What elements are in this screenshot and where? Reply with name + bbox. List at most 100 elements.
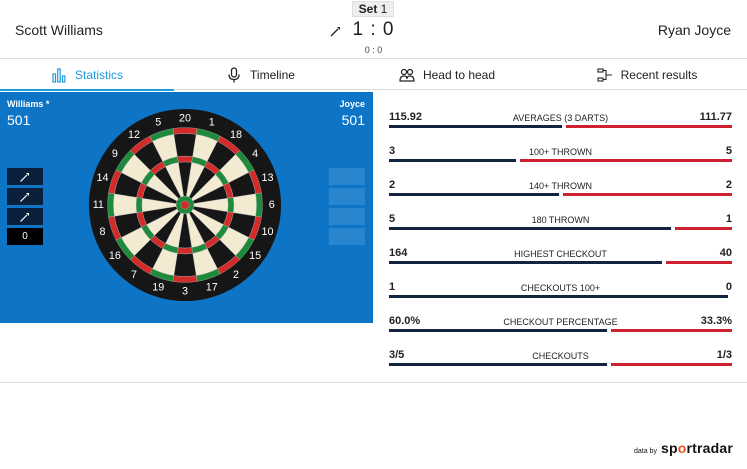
match-header: Scott Williams Set 1 1 : 0 0 : 0 Ryan Jo…: [0, 0, 747, 58]
board-number: 6: [269, 199, 275, 211]
away-dart-slot: [329, 208, 365, 225]
board-segment: [107, 192, 115, 218]
stat-away-value: 1/3: [716, 349, 732, 361]
board-number: 7: [131, 269, 137, 281]
stat-home-bar: [389, 159, 516, 162]
board-away-remaining: 501: [341, 112, 365, 128]
stat-home-bar: [389, 295, 728, 298]
stat-away-value: 2: [725, 179, 732, 191]
away-player-name: Ryan Joyce: [657, 22, 731, 38]
board-segment: [233, 193, 257, 217]
stat-label: 100+ THROWN: [528, 147, 593, 157]
board-number: 18: [230, 129, 242, 141]
stat-label: CHECKOUTS: [532, 351, 589, 361]
stat-home-bar: [389, 227, 671, 230]
tab-bar: Statistics Timeline Head to head Recent …: [0, 58, 747, 91]
stat-away-value: 0: [725, 281, 732, 293]
stat-away-value: 111.77: [699, 111, 732, 123]
board-segment: [113, 193, 137, 217]
board-segment: [172, 127, 198, 135]
board-number: 14: [97, 172, 109, 184]
tab-label: Head to head: [422, 67, 496, 82]
stat-row: 1 CHECKOUTS 100+ 0: [389, 278, 732, 312]
data-provider-credit[interactable]: data by sportradar: [634, 440, 733, 456]
board-number: 17: [206, 281, 218, 293]
board-number: 4: [252, 148, 258, 160]
people-icon: [399, 68, 415, 82]
stat-home-bar: [389, 193, 559, 196]
stat-away-bar: [675, 227, 732, 230]
board-segment: [173, 253, 197, 277]
home-dart-slot: [7, 208, 43, 225]
dartboard-panel: Williams * 501 Joyce 501 0 20 1 18 4 13 6 10 15…: [0, 92, 373, 323]
board-home-name: Williams *: [7, 99, 50, 109]
tab-recent-results[interactable]: Recent results: [547, 59, 747, 90]
stat-away-value: 5: [725, 145, 732, 157]
dart-icon: [20, 212, 29, 222]
board-segment: [227, 197, 235, 213]
tab-timeline[interactable]: Timeline: [174, 59, 347, 90]
stat-row: 2 140+ THROWN 2: [389, 176, 732, 210]
board-number: 1: [209, 117, 215, 129]
footer-divider: [0, 382, 747, 383]
board-segment: [172, 275, 198, 283]
stat-away-value: 40: [719, 247, 732, 259]
board-segment: [135, 197, 143, 213]
stat-label: AVERAGES (3 DARTS): [512, 113, 609, 123]
stat-row: 115.92 AVERAGES (3 DARTS) 111.77: [389, 108, 732, 142]
stat-label: 140+ THROWN: [528, 181, 593, 191]
bracket-icon: [597, 67, 612, 82]
statistics-list: 115.92 AVERAGES (3 DARTS) 111.77 3 100+ THRO…: [389, 108, 732, 380]
tab-label: Timeline: [250, 67, 295, 82]
stat-row: 164 HIGHEST CHECKOUT 40: [389, 244, 732, 278]
stat-away-bar: [563, 193, 732, 196]
board-number: 20: [179, 112, 191, 124]
home-dart-slot: [7, 188, 43, 205]
stat-label: CHECKOUT PERCENTAGE: [503, 317, 618, 327]
tab-label: Recent results: [620, 67, 698, 82]
away-dart-slots: [329, 168, 365, 248]
stat-away-bar: [566, 125, 732, 128]
stat-home-bar: [389, 329, 607, 332]
board-number: 8: [100, 226, 106, 238]
board-number: 9: [112, 148, 118, 160]
bar-chart-icon: [52, 67, 66, 83]
board-number: 16: [109, 250, 121, 262]
stat-home-bar: [389, 363, 607, 366]
match-score: 1 : 0: [352, 19, 395, 40]
board-number: 5: [155, 117, 161, 129]
dart-icon: [20, 192, 29, 202]
dartboard: 20 1 18 413 6 1015 2 17 3 19 7 168 11 149 12 5: [88, 108, 282, 302]
stat-away-bar: [666, 261, 732, 264]
stat-label: 180 THROWN: [531, 215, 590, 225]
credit-prefix: data by: [633, 448, 657, 455]
sportradar-logo: sportradar: [660, 440, 733, 456]
stat-away-value: 1: [725, 213, 732, 225]
stat-home-bar: [389, 125, 562, 128]
tab-statistics[interactable]: Statistics: [0, 59, 174, 91]
board-number: 13: [261, 172, 273, 184]
stat-away-value: 33.3%: [700, 315, 732, 327]
stat-row: 5 180 THROWN 1: [389, 210, 732, 244]
home-dart-slot: [7, 168, 43, 185]
board-segment: [177, 155, 193, 163]
leg-score: 0 : 0: [364, 45, 383, 55]
home-turn-total: 0: [7, 228, 43, 245]
stat-row: 60.0% CHECKOUT PERCENTAGE 33.3%: [389, 312, 732, 346]
stat-row: 3/5 CHECKOUTS 1/3: [389, 346, 732, 380]
board-number: 12: [128, 129, 140, 141]
stat-away-bar: [611, 363, 732, 366]
stat-home-bar: [389, 261, 662, 264]
tab-label: Statistics: [74, 67, 123, 82]
board-home-remaining: 501: [7, 112, 31, 128]
board-number: 11: [93, 199, 104, 211]
set-indicator: Set 1: [352, 1, 394, 17]
set-prefix: Set: [358, 2, 378, 16]
tab-head-to-head[interactable]: Head to head: [347, 59, 547, 90]
dart-icon: [20, 172, 29, 182]
set-number: 1: [380, 2, 388, 16]
stat-label: HIGHEST CHECKOUT: [514, 249, 607, 259]
board-number: 2: [233, 269, 239, 281]
board-segment: [255, 192, 263, 218]
board-number: 3: [182, 286, 188, 298]
